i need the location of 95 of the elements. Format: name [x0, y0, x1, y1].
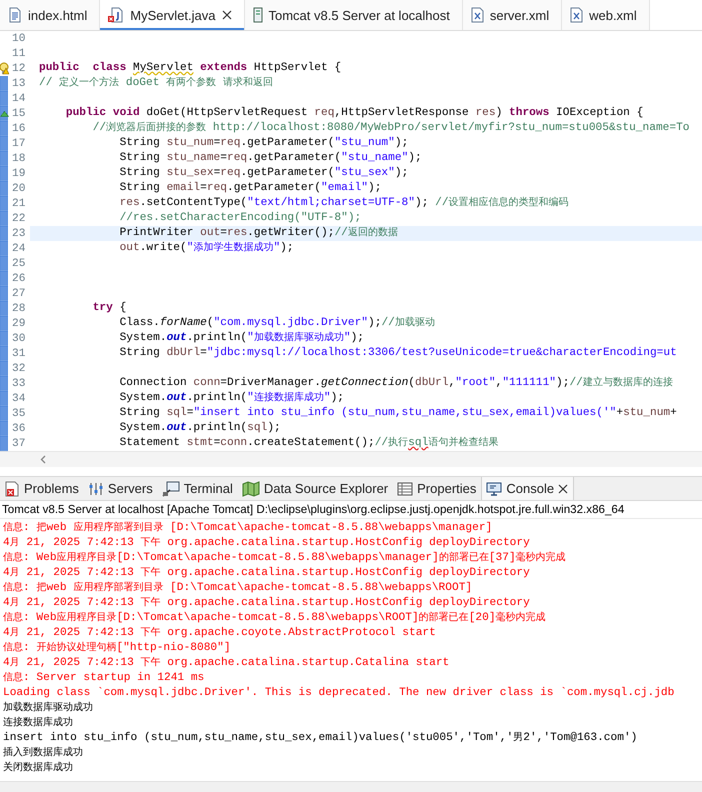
- line-number: 23: [11, 228, 26, 240]
- line-number: 16: [11, 122, 26, 134]
- lightbulb-warning-icon: [0, 62, 9, 75]
- line-number: 17: [11, 138, 26, 150]
- line-number: 34: [11, 392, 26, 404]
- view-tab[interactable]: Servers: [84, 477, 158, 500]
- line-number: 35: [11, 408, 26, 420]
- code-line: Class.forName("com.mysql.jdbc.Driver");//加载驱动: [118, 316, 436, 331]
- line-number: 37: [11, 438, 26, 450]
- close-icon[interactable]: [222, 10, 232, 20]
- view-tab[interactable]: Problems: [0, 477, 84, 500]
- line-number: 25: [11, 258, 26, 270]
- sliders-icon: [88, 480, 104, 496]
- console-line: 插入到数据库成功: [3, 746, 84, 761]
- line-number: 36: [11, 422, 26, 434]
- line-number: 18: [11, 152, 26, 164]
- console-line: 信息: Web应用程序目录[D:\Tomcat\apache-tomcat-8.5.88\webapps\ROOT]的部署已在[20]毫秒内完成: [3, 611, 547, 626]
- xml-file-icon: [470, 7, 484, 23]
- console-line: 信息: 开始协议处理句柄["http-nio-8080"]: [3, 641, 232, 656]
- chevron-left-icon[interactable]: [40, 455, 46, 464]
- line-number: 29: [11, 318, 26, 330]
- console-line: 连接数据库成功: [3, 716, 74, 731]
- line-number: 13: [11, 78, 26, 90]
- triangle-icon: [0, 110, 8, 116]
- line-number: 33: [11, 378, 26, 390]
- line-number: 20: [11, 182, 26, 194]
- code-line: public class MyServlet extends HttpServlet {: [38, 61, 342, 76]
- editor-tab[interactable]: server.xml: [462, 0, 562, 30]
- editor-tab[interactable]: MyServlet.java: [100, 0, 244, 30]
- code-line: String email=req.getParameter("email");: [118, 181, 382, 196]
- line-number: 28: [11, 302, 26, 314]
- xml-file-icon: [570, 7, 584, 23]
- code-line: String sql="insert into stu_info (stu_num,stu_name,stu_sex,email)values('"+stu_num+: [118, 406, 678, 421]
- console-line: 关闭数据库成功: [3, 761, 74, 776]
- console-line: 4月 21, 2025 7:42:13 下午 org.apache.catalina.startup.HostConfig deployDirectory: [3, 566, 531, 581]
- code-line: out.write("添加学生数据成功");: [118, 241, 295, 256]
- console-line: Loading class `com.mysql.jdbc.Driver'. This is deprecated. The new driver class is `com.mysql.cj.jdb: [3, 686, 676, 701]
- line-number: 15: [11, 108, 26, 120]
- code-line: //res.setCharacterEncoding("UTF-8");: [118, 211, 362, 226]
- line-number: 30: [11, 332, 26, 344]
- line-number: 31: [11, 348, 26, 360]
- code-line: System.out.println(sql);: [118, 421, 282, 436]
- code-line: try {: [92, 301, 128, 316]
- editor-tab[interactable]: web.xml: [562, 0, 650, 30]
- horizontal-scrollbar[interactable]: [0, 781, 702, 792]
- table-icon: [397, 480, 414, 496]
- view-tab[interactable]: Data Source Explorer: [238, 477, 394, 500]
- line-number: 11: [11, 48, 26, 60]
- code-line: //浏览器后面拼接的参数 http://localhost:8080/MyWebPro/servlet/myfir?stu_num=stu005&stu_name=To: [92, 121, 691, 136]
- code-line: String stu_sex=req.getParameter("stu_sex");: [118, 166, 410, 181]
- code-line: System.out.println("加载数据库驱动成功");: [118, 331, 366, 346]
- view-tab[interactable]: Console: [481, 477, 574, 500]
- server-icon: [252, 7, 262, 23]
- problems-icon: [4, 480, 20, 496]
- editor-tab[interactable]: index.html: [0, 0, 100, 30]
- code-line: Statement stmt=conn.createStatement();//执行sql语句并检查结果: [118, 436, 500, 451]
- view-tab[interactable]: Terminal: [158, 477, 238, 500]
- editor-tab[interactable]: Tomcat v8.5 Server at localhost: [244, 0, 463, 30]
- line-number: 21: [11, 198, 26, 210]
- code-line: res.setContentType("text/html;charset=UTF-8"); //设置相应信息的类型和编码: [118, 196, 570, 211]
- console-line: 信息: Web应用程序目录[D:\Tomcat\apache-tomcat-8.5.88\webapps\manager]的部署已在[37]毫秒内完成: [3, 551, 567, 566]
- console-line: 信息: Server startup in 1241 ms: [3, 671, 206, 686]
- code-line: String stu_name=req.getParameter("stu_name");: [118, 151, 423, 166]
- console-line: 信息: 把web 应用程序部署到目录 [D:\Tomcat\apache-tomcat-8.5.88\webapps\ROOT]: [3, 581, 474, 596]
- document-icon: [8, 7, 22, 23]
- horizontal-scrollbar[interactable]: [0, 451, 702, 467]
- view-tab[interactable]: Properties: [393, 477, 482, 500]
- console-title: Tomcat v8.5 Server at localhost [Apache Tomcat] D:\eclipse\plugins\org.eclipse.justj.openjdk.hotspot.jre.full.win32.x86_64: [0, 501, 702, 519]
- console-line: 加载数据库驱动成功: [3, 701, 94, 716]
- code-line: Connection conn=DriverManager.getConnection(dbUrl,"root","111111");//建立与数据库的连接: [118, 376, 674, 391]
- line-number: 32: [11, 362, 26, 374]
- console-line: 4月 21, 2025 7:42:13 下午 org.apache.catalina.startup.Catalina start: [3, 656, 450, 671]
- code-line: String dbUrl="jdbc:mysql://localhost:3306/test?useUnicode=true&characterEncoding=ut: [118, 346, 678, 361]
- monitor-icon: [486, 480, 502, 496]
- code-line: String stu_num=req.getParameter("stu_num");: [118, 136, 410, 151]
- console-line: 4月 21, 2025 7:42:13 下午 org.apache.catalina.startup.HostConfig deployDirectory: [3, 596, 531, 611]
- code-line: // 定义一个方法 doGet 有两个参数 请求和返回: [38, 76, 274, 91]
- console-line: 4月 21, 2025 7:42:13 下午 org.apache.catalina.startup.HostConfig deployDirectory: [3, 536, 531, 551]
- line-number: 19: [11, 168, 26, 180]
- code-line: public void doGet(HttpServletRequest req,HttpServletResponse res) throws IOException {: [64, 106, 644, 121]
- line-number: 14: [11, 92, 26, 104]
- close-icon[interactable]: [558, 484, 568, 494]
- map-icon: [242, 480, 260, 496]
- console-line: 4月 21, 2025 7:42:13 下午 org.apache.coyote.AbstractProtocol start: [3, 626, 437, 641]
- terminal-icon: [162, 480, 180, 496]
- line-number: 27: [11, 288, 26, 300]
- code-line: System.out.println("连接数据库成功");: [118, 391, 346, 406]
- java-file-icon: [108, 7, 124, 23]
- line-number: 10: [11, 32, 26, 44]
- line-number: 12: [11, 62, 26, 74]
- console-line: insert into stu_info (stu_num,stu_name,stu_sex,email)values('stu005','Tom','男2','Tom@163.com'): [3, 731, 638, 746]
- line-number: 22: [11, 212, 26, 224]
- line-number: 26: [11, 272, 26, 284]
- console-line: 信息: 把web 应用程序部署到目录 [D:\Tomcat\apache-tomcat-8.5.88\webapps\manager]: [3, 521, 494, 536]
- line-number: 24: [11, 242, 26, 254]
